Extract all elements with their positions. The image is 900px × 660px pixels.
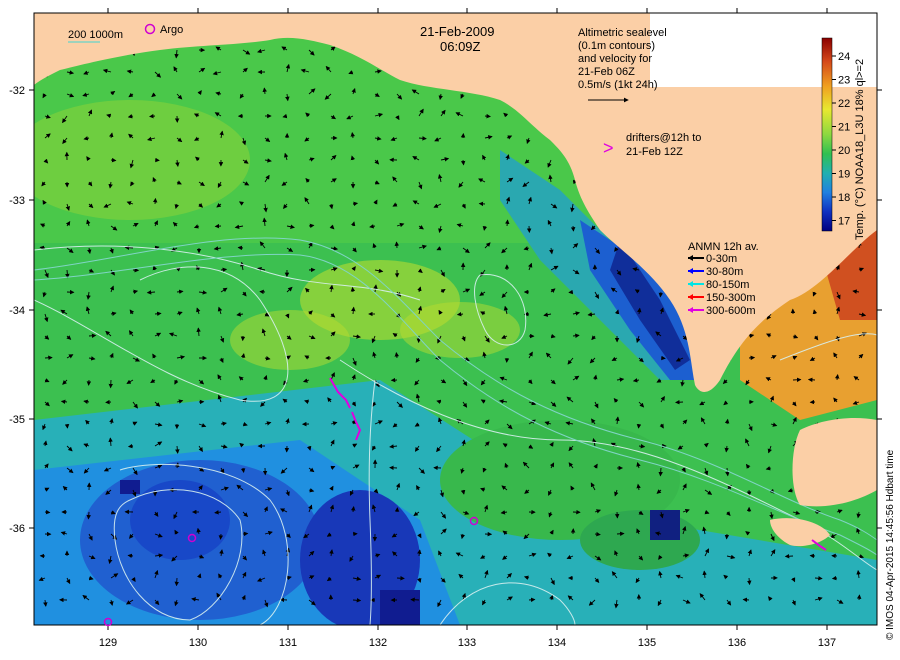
altimetry-line-0: Altimetric sealevel <box>578 27 667 39</box>
velocity-arrow <box>742 597 750 603</box>
drifters-line-1: 21-Feb 12Z <box>626 146 683 158</box>
velocity-arrow <box>394 241 400 249</box>
velocity-arrow <box>44 355 53 361</box>
velocity-arrow <box>218 533 224 540</box>
velocity-arrow <box>127 553 134 559</box>
velocity-arrow <box>504 219 510 227</box>
altimetry-line-4: 0.5m/s (1kt 24h) <box>578 79 657 91</box>
drifter-marker-icon: > <box>603 138 614 158</box>
velocity-arrow <box>237 245 244 251</box>
velocity-arrow <box>570 225 576 232</box>
x-tick-label: 133 <box>458 637 476 649</box>
velocity-arrow <box>127 443 134 449</box>
x-tick-label: 132 <box>369 637 387 649</box>
anmn-title: ANMN 12h av. <box>688 241 759 253</box>
x-tick-label: 130 <box>189 637 207 649</box>
anmn-legend-label: 30-80m <box>706 266 743 278</box>
velocity-arrow <box>568 289 574 295</box>
velocity-arrow <box>174 577 179 587</box>
velocity-arrow <box>86 511 91 520</box>
velocity-arrow <box>352 598 362 603</box>
velocity-arrow <box>856 594 862 601</box>
velocity-arrow <box>636 423 642 429</box>
x-tick-label: 135 <box>638 637 656 649</box>
y-tick-label: -36 <box>9 523 25 535</box>
colorbar-tick-label: 21 <box>838 122 850 134</box>
velocity-arrow <box>460 159 466 166</box>
velocity-arrow <box>64 423 70 429</box>
y-tick-label: -35 <box>9 414 25 426</box>
colorbar-tick-label: 23 <box>838 75 850 87</box>
velocity-arrow <box>154 311 162 317</box>
colorbar-tick-label: 17 <box>838 216 850 228</box>
colorbar-tick-label: 19 <box>838 169 850 181</box>
colorbar-tick-label: 18 <box>838 192 850 204</box>
velocity-arrow <box>807 377 816 383</box>
anmn-legend-label: 0-30m <box>706 253 737 265</box>
velocity-arrow <box>831 575 838 581</box>
credit-text: © IMOS 04-Apr-2015 14:45:56 Hdbart time <box>885 449 896 640</box>
colorbar-gradient <box>821 37 833 232</box>
argo-legend-label: Argo <box>160 24 183 36</box>
velocity-arrow <box>748 355 756 361</box>
x-tick-label: 137 <box>818 637 836 649</box>
colorbar-label: Temp. (°C) NOAA18_L3U 18% ql>=2 <box>854 59 866 240</box>
anmn-legend-label: 300-600m <box>706 305 756 317</box>
velocity-arrow <box>124 245 134 250</box>
y-tick-label: -34 <box>9 305 25 317</box>
altimetry-line-3: 21-Feb 06Z <box>578 66 635 78</box>
colorbar-tick-label: 20 <box>838 145 850 157</box>
x-tick-label: 131 <box>279 637 297 649</box>
velocity-arrow <box>658 467 663 477</box>
map-date: 21-Feb-2009 <box>420 24 494 39</box>
velocity-arrow <box>110 157 117 163</box>
bathymetry-legend: 200 1000m <box>68 29 123 43</box>
bathymetry-legend-label: 200 1000m <box>68 29 123 41</box>
x-tick-label: 134 <box>548 637 566 649</box>
altimetry-line-1: (0.1m contours) <box>578 40 655 52</box>
x-tick-label: 129 <box>99 637 117 649</box>
y-tick-label: -33 <box>9 195 25 207</box>
velocity-arrow <box>747 577 752 586</box>
velocity-arrow <box>814 576 823 581</box>
x-tick-label: 136 <box>728 637 746 649</box>
velocity-arrow <box>350 286 356 293</box>
colorbar-tick-label: 24 <box>838 51 850 63</box>
sst-map: 129 130 131 132 133 134 135 136 137 -32 -33 -34 -35… <box>9 8 896 649</box>
velocity-arrow <box>675 399 684 405</box>
velocity-arrow <box>528 597 536 603</box>
velocity-arrow <box>484 113 491 119</box>
velocity-arrow <box>594 531 601 537</box>
velocity-arrow <box>242 531 249 537</box>
velocity-arrow <box>396 575 405 581</box>
velocity-arrow <box>44 509 51 515</box>
map-time: 06:09Z <box>440 39 481 54</box>
y-tick-label: -32 <box>9 85 25 97</box>
altimetry-line-2: and velocity for <box>578 53 652 65</box>
anmn-legend-label: 150-300m <box>706 292 756 304</box>
velocity-arrow <box>149 113 156 119</box>
velocity-arrow <box>152 197 158 205</box>
velocity-arrow <box>88 333 97 338</box>
velocity-arrow <box>410 597 420 602</box>
drifters-line-0: drifters@12h to <box>626 132 701 144</box>
anmn-legend-label: 80-150m <box>706 279 749 291</box>
colorbar-tick-label: 22 <box>838 98 850 110</box>
velocity-arrow <box>616 531 625 537</box>
